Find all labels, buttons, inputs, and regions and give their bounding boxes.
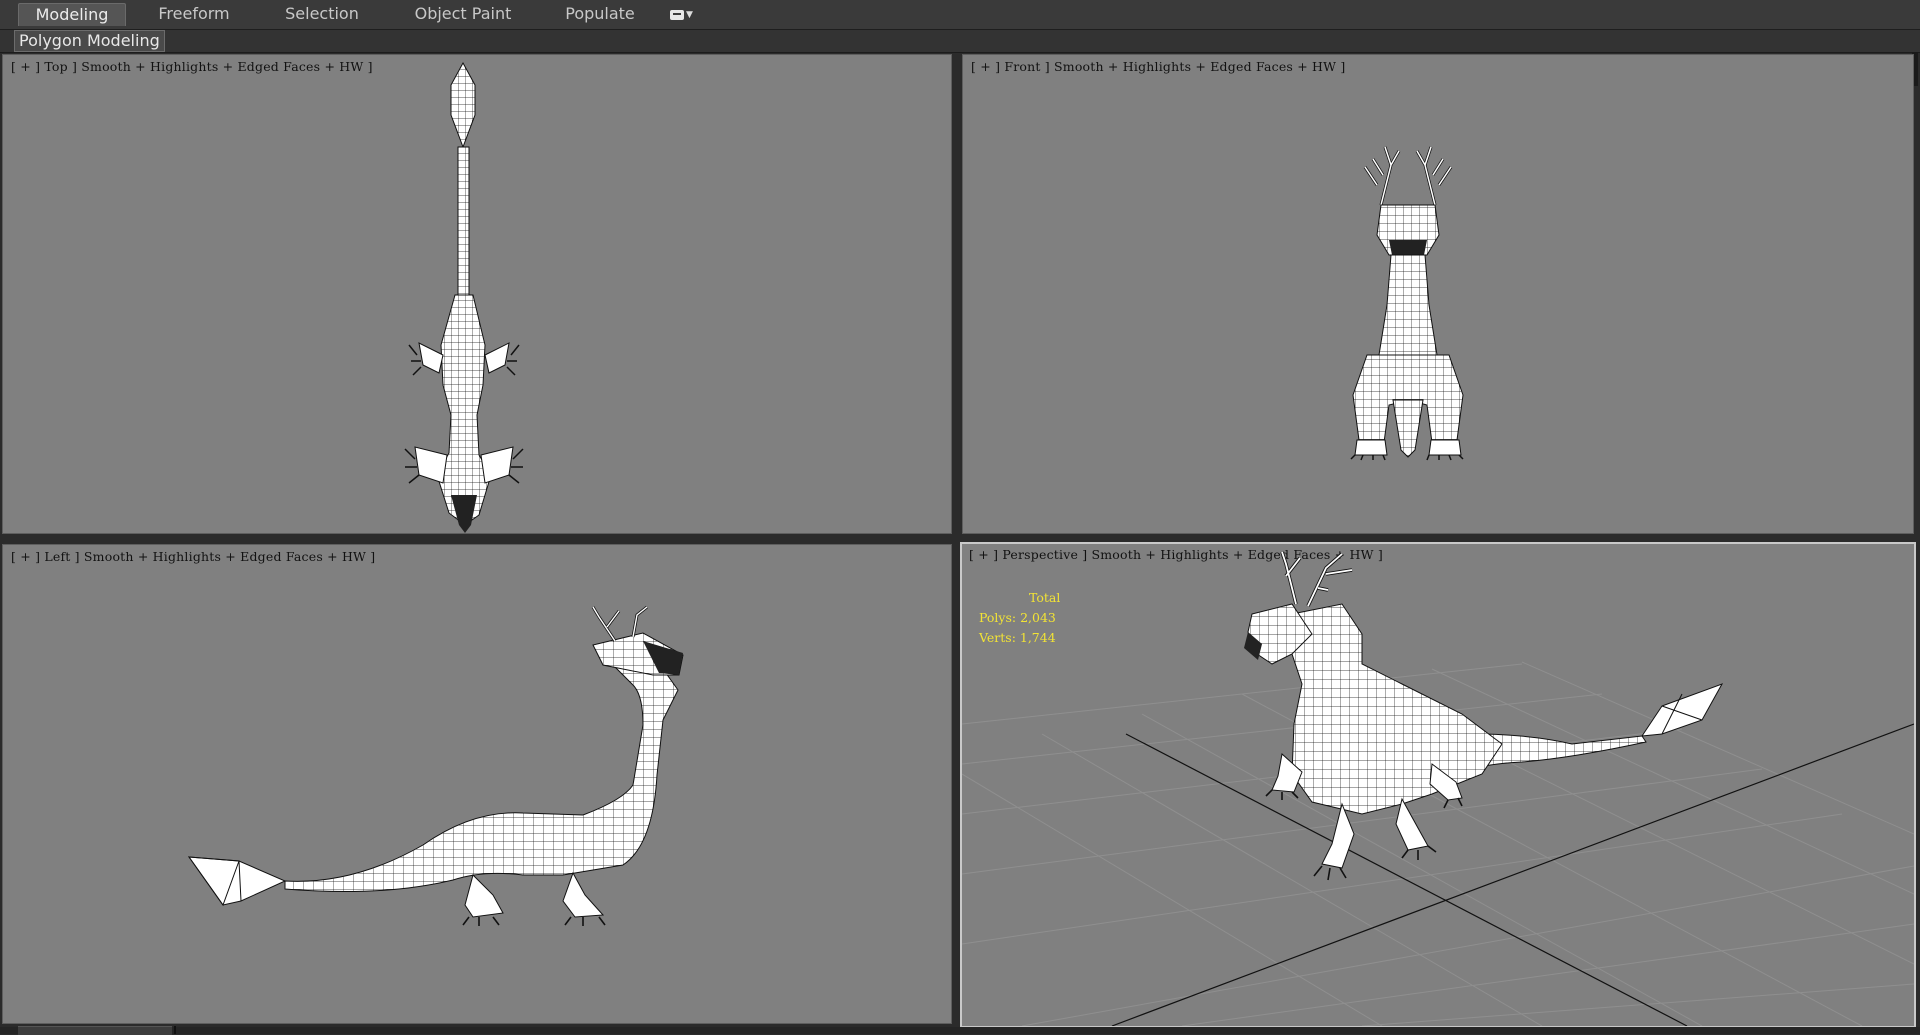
world-axes: [1111, 723, 1914, 1026]
front-view-mesh: [1350, 146, 1464, 461]
tab-populate[interactable]: Populate: [558, 3, 642, 25]
top-view-mesh: [404, 61, 524, 533]
tab-freeform[interactable]: Freeform: [150, 3, 238, 25]
dragon-perspective-wireframe: [1244, 551, 1724, 881]
dragon-side-wireframe: [187, 605, 684, 926]
status-bar: [0, 1027, 1920, 1034]
ribbon-tabs: Modeling Freeform Selection Object Paint…: [0, 0, 1920, 30]
viewport-left[interactable]: [ + ] Left ] Smooth + Highlights + Edged…: [2, 544, 952, 1024]
status-separator: [174, 1026, 176, 1034]
tab-modeling[interactable]: Modeling: [18, 3, 126, 26]
perspective-view: [962, 551, 1914, 1026]
options-dropdown-icon[interactable]: ▼: [670, 6, 696, 22]
polygon-modeling-panel-button[interactable]: Polygon Modeling: [14, 30, 165, 52]
viewport-front[interactable]: [ + ] Front ] Smooth + Highlights + Edge…: [962, 54, 1914, 534]
dragon-front-wireframe: [1350, 146, 1464, 461]
viewport-top[interactable]: [ + ] Top ] Smooth + Highlights + Edged …: [2, 54, 952, 534]
subribbon: Polygon Modeling: [0, 30, 1920, 53]
left-view-mesh: [187, 605, 684, 926]
viewport-perspective[interactable]: [ + ] Perspective ] Smooth + Highlights …: [960, 542, 1916, 1028]
dragon-top-wireframe: [404, 61, 524, 533]
tab-object-paint[interactable]: Object Paint: [410, 3, 516, 25]
tab-selection[interactable]: Selection: [280, 3, 364, 25]
